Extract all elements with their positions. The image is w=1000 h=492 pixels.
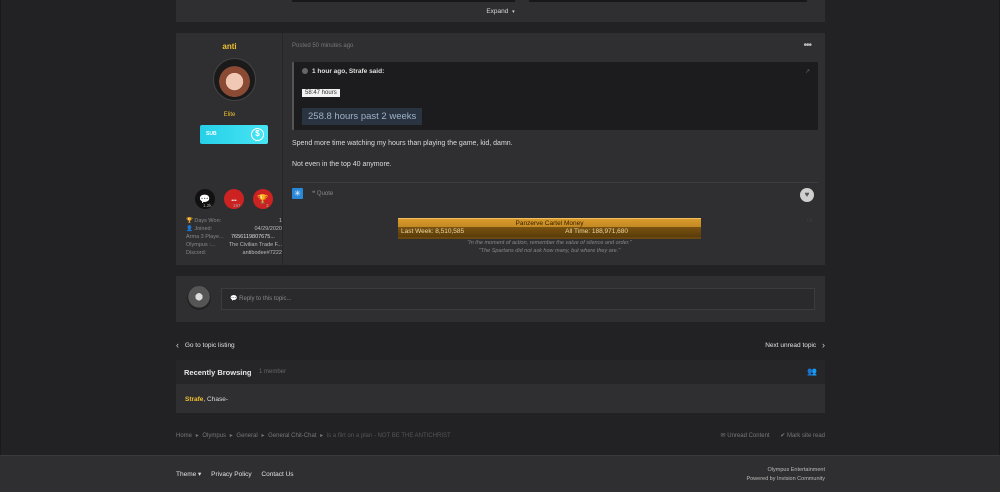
breadcrumb-item[interactable]: Olympus [202, 433, 226, 439]
subscriber-badge: SUB $ [200, 125, 268, 144]
chevron-right-icon: ▸ [261, 433, 265, 439]
signature-toggle-icon[interactable]: ‹ › [807, 218, 812, 224]
avatar[interactable] [213, 58, 256, 101]
signature-all-time: All Time: 188,971,680 [565, 228, 628, 235]
quote-author-icon [302, 68, 308, 74]
hours-big-label: 258.8 hours past 2 weeks [302, 108, 423, 125]
stat-count: 3 [266, 203, 269, 208]
chevron-right-icon: › [822, 340, 825, 350]
chevron-right-icon: ▸ [229, 433, 233, 439]
browsing-users: Strafe, Chase- [185, 396, 228, 403]
browsing-user-link[interactable]: Strafe [185, 396, 203, 403]
trophy-icon[interactable]: 🏆 [253, 189, 273, 209]
quote-header-text: 1 hour ago, Strafe said: [312, 68, 385, 75]
author-name[interactable]: anti [176, 42, 283, 51]
chevron-left-icon: ‹ [176, 340, 179, 350]
users-icon: 👥 [807, 367, 817, 376]
signature-quote: "The Spartans did not ask how many, but … [478, 248, 621, 254]
info-value: The Civilian Trade F... [228, 242, 282, 248]
post-menu-icon[interactable]: ••• [803, 40, 811, 51]
unread-content-link[interactable]: ✉ Unread Content [721, 433, 770, 439]
reply-input[interactable]: 💬 Reply to this topic... [221, 288, 815, 310]
info-label: Olympus :... [186, 242, 216, 248]
info-label: 🏆 Days Won: [186, 218, 222, 224]
recently-browsing-body: Strafe, Chase- [176, 384, 825, 413]
info-value: antibodee#7222 [242, 250, 282, 256]
divider [292, 182, 818, 183]
hours-small-label: 58:47 hours [302, 89, 340, 97]
signature-banner: Panzerve Cartel Money Last Week: 8,510,5… [398, 218, 701, 239]
share-icon[interactable]: ↗ [805, 68, 810, 75]
info-value: 04/29/2020 [254, 226, 282, 232]
post: anti Elite SUB $ 💬 1.2k ••• 197 🏆 3 🏆 Da… [176, 33, 825, 265]
chevron-right-icon: ▸ [195, 433, 199, 439]
expand-button[interactable]: Expand ▾ [176, 8, 825, 15]
author-panel: anti Elite SUB $ 💬 1.2k ••• 197 🏆 3 🏆 Da… [176, 33, 283, 265]
signature-quote: "In the moment of action, remember the v… [467, 240, 632, 246]
signature-stats-bar: Last Week: 8,510,585 All Time: 188,971,6… [398, 227, 701, 237]
reply-box: 💬 Reply to this topic... [176, 276, 825, 322]
dollar-icon: $ [251, 128, 264, 141]
info-label: Arma 3 Playe... [186, 234, 224, 240]
quote-block: 1 hour ago, Strafe said: ↗ 58:47 hours 2… [292, 62, 818, 130]
breadcrumb-actions: ✉ Unread Content ✔ Mark site read [721, 432, 825, 439]
previous-post-image [529, 0, 807, 2]
reaction-icon[interactable]: ✳ [292, 188, 303, 199]
quote-header: 1 hour ago, Strafe said: [302, 68, 384, 75]
post-timestamp[interactable]: Posted 50 minutes ago [292, 43, 353, 49]
quote-button[interactable]: ❝ Quote [312, 190, 333, 197]
info-label: Discord: [186, 250, 207, 256]
info-label: 👤 Joined: [186, 226, 213, 232]
breadcrumb-item[interactable]: General Chit-Chat [268, 433, 316, 439]
nav-next-label: Next unread topic [765, 342, 817, 349]
breadcrumb: Home ▸ Olympus ▸ General ▸ General Chit-… [176, 432, 451, 439]
signature-title: Panzerve Cartel Money [515, 220, 584, 227]
footer-links: Theme ▾ Privacy Policy Contact Us [176, 470, 302, 478]
badge-label: SUB [206, 131, 217, 137]
browsing-user-link[interactable]: , Chase- [203, 396, 228, 403]
footer-branding: Olympus Entertainment Powered by Invisio… [746, 466, 825, 484]
left-edge [0, 0, 1, 492]
go-to-topic-listing-link[interactable]: ‹ Go to topic listing [176, 340, 235, 350]
stat-count: 197 [233, 203, 241, 208]
expand-label: Expand [486, 8, 509, 15]
footer-powered-by[interactable]: Powered by Invision Community [746, 475, 825, 484]
nav-prev-label: Go to topic listing [184, 342, 235, 349]
info-value: 7656119807675... [231, 234, 275, 240]
user-avatar[interactable] [187, 286, 211, 310]
contact-us-link[interactable]: Contact Us [261, 471, 293, 478]
breadcrumb-item[interactable]: General [236, 433, 257, 439]
stat-count: 1.2k [203, 203, 212, 208]
post-body-line: Spend more time watching my hours than p… [292, 140, 513, 147]
post-body-line: Not even in the top 40 anymore. [292, 161, 392, 168]
previous-post-image [292, 0, 515, 2]
info-value: 1 [278, 218, 282, 224]
breadcrumb-current: is a flirt on a plan - NOT BE THE ANTICH… [326, 433, 451, 439]
previous-post-block: Expand ▾ [176, 0, 825, 22]
footer: Theme ▾ Privacy Policy Contact Us Olympu… [0, 455, 1000, 492]
signature-last-week: Last Week: 8,510,585 [401, 228, 465, 235]
next-unread-topic-link[interactable]: Next unread topic › [765, 340, 825, 350]
chevron-right-icon: ▸ [320, 433, 324, 439]
recently-browsing-count: 1 member [259, 369, 287, 375]
privacy-policy-link[interactable]: Privacy Policy [211, 471, 251, 478]
recently-browsing-header: Recently Browsing 1 member 👥 [176, 360, 825, 384]
author-rank: Elite [223, 112, 236, 118]
theme-selector[interactable]: Theme ▾ [176, 471, 201, 478]
like-icon[interactable]: ♥ [800, 188, 814, 202]
recently-browsing-title: Recently Browsing [184, 368, 252, 377]
footer-brand-name[interactable]: Olympus Entertainment [746, 466, 825, 475]
recently-browsing-panel: Recently Browsing 1 member 👥 Strafe, Cha… [176, 360, 825, 413]
breadcrumb-item[interactable]: Home [176, 433, 192, 439]
chevron-down-icon: ▾ [512, 9, 515, 15]
mark-site-read-link[interactable]: ✔ Mark site read [780, 433, 825, 439]
